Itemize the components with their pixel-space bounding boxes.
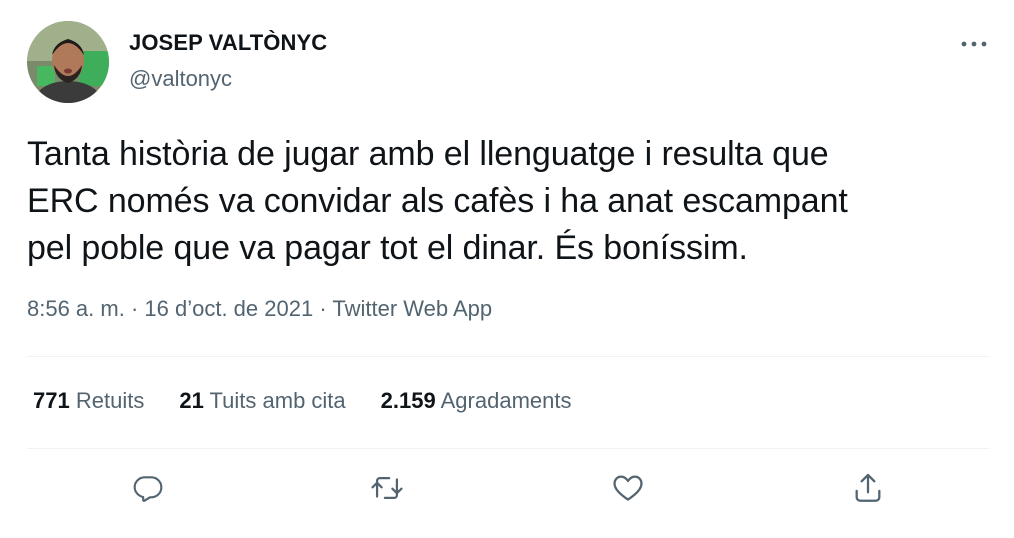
retweet-icon [371, 476, 403, 500]
share-icon [855, 473, 881, 502]
tweet-date-link[interactable]: 16 d’oct. de 2021 [144, 296, 313, 321]
likes-count: 2.159 [380, 388, 436, 413]
share-button[interactable] [846, 466, 890, 510]
tweet-metadata: 8:56 a. m. · 16 d’oct. de 2021 · Twitter… [27, 296, 492, 322]
more-horizontal-icon [961, 41, 987, 47]
tweet-source-link[interactable]: Twitter Web App [332, 296, 492, 321]
likes-label: Agradaments [440, 388, 572, 413]
retweets-label: Retuits [75, 388, 145, 413]
avatar[interactable] [27, 21, 109, 103]
retweets-stat[interactable]: 771 Retuits [33, 388, 144, 414]
tweet-stats: 771 Retuits 21 Tuits amb cita 2.159 Agra… [33, 388, 606, 414]
avatar-image [27, 21, 109, 103]
like-button[interactable] [606, 466, 650, 510]
author-display-name[interactable]: JOSEP VALTÒNYC [129, 30, 327, 56]
quotes-count: 21 [179, 388, 204, 413]
meta-separator: · [313, 296, 333, 321]
retweets-count: 771 [33, 388, 70, 413]
likes-stat[interactable]: 2.159 Agradaments [381, 388, 572, 414]
tweet-time-link[interactable]: 8:56 a. m. [27, 296, 125, 321]
reply-icon [133, 476, 163, 502]
meta-separator: · [124, 296, 145, 321]
divider [27, 448, 989, 449]
quotes-stat[interactable]: 21 Tuits amb cita [179, 388, 345, 414]
reply-button[interactable] [126, 466, 170, 510]
divider [27, 356, 989, 357]
tweet-text: Tanta història de jugar amb el llenguatg… [27, 135, 848, 267]
quotes-label: Tuits amb cita [209, 388, 346, 413]
retweet-button[interactable] [365, 466, 409, 510]
heart-icon [613, 475, 643, 501]
more-options-button[interactable] [952, 30, 996, 58]
tweet-actions [0, 466, 1014, 510]
author-handle[interactable]: @valtonyc [129, 66, 232, 92]
